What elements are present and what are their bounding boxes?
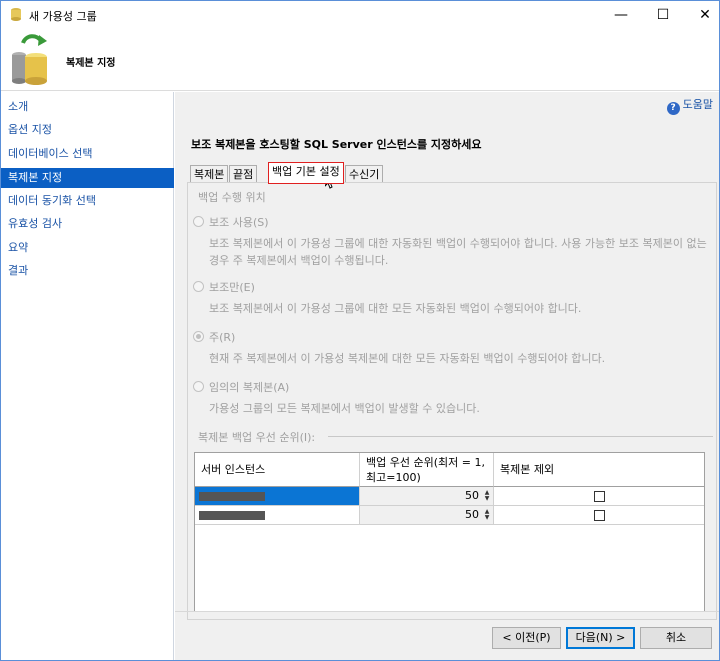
radio-primary[interactable]: 주(R) [193, 330, 235, 346]
backup-priority-grid: 서버 인스턴스 백업 우선 순위(최저 = 1, 최고=100) 복제본 제외 … [194, 452, 705, 612]
footer-divider [175, 611, 719, 612]
radio-button[interactable] [193, 381, 204, 392]
radio-any-replica[interactable]: 임의의 복제본(A) [193, 380, 289, 396]
page-title: 복제본 지정 [66, 58, 116, 69]
exclude-cell [494, 487, 704, 505]
dialog-window: 새 가용성 그룹 — ☐ ✕ 복제본 지정 소개 옵션 지정 데이터베이스 선택… [0, 0, 720, 661]
wizard-header: 복제본 지정 [1, 29, 719, 91]
backup-preferences-panel: 백업 수행 위치 보조 사용(S) 보조 복제본에서 이 가용성 그룹에 대한 … [187, 182, 717, 620]
cancel-button[interactable]: 취소 [640, 627, 712, 649]
minimize-button[interactable]: — [601, 1, 641, 29]
help-label: 도움말 [682, 98, 713, 111]
radio-description: 보조 복제본에서 이 가용성 그룹에 대한 모든 자동화된 백업이 수행되어야 … [209, 302, 582, 315]
exclude-replica-checkbox[interactable] [594, 491, 605, 502]
priority-value: 50 [465, 489, 479, 502]
column-header-priority[interactable]: 백업 우선 순위(최저 = 1, 최고=100) [360, 453, 494, 487]
tab-endpoints[interactable]: 끝점 [229, 165, 258, 183]
redacted-server-name [199, 492, 265, 501]
radio-label: 주(R) [209, 331, 236, 344]
wizard-sidebar: 소개 옵션 지정 데이터베이스 선택 복제본 지정 데이터 동기화 선택 유효성… [1, 92, 174, 660]
help-icon: ? [666, 102, 680, 115]
priority-value: 50 [465, 508, 479, 521]
radio-button-checked[interactable] [193, 331, 204, 342]
radio-label: 임의의 복제본(A) [209, 381, 290, 394]
close-button[interactable]: ✕ [685, 1, 720, 29]
server-instance-cell[interactable] [195, 487, 360, 505]
redacted-server-name [199, 511, 265, 520]
backup-location-title: 백업 수행 위치 [198, 191, 266, 204]
database-sync-icon [12, 34, 47, 85]
tab-backup-preferences[interactable]: 백업 기본 설정 [268, 162, 344, 184]
title-bar: 새 가용성 그룹 — ☐ ✕ [1, 1, 719, 29]
spin-arrows-icon[interactable]: ▲ ▼ [483, 509, 491, 521]
instruction-text: 보조 복제본을 호스팅할 SQL Server 인스턴스를 지정하세요 [191, 138, 482, 151]
server-instance-cell[interactable] [195, 506, 360, 524]
radio-secondary-only[interactable]: 보조만(E) [193, 280, 255, 296]
availability-group-icon [11, 8, 21, 21]
sidebar-item-results[interactable]: 결과 [1, 261, 174, 281]
spin-arrows-icon[interactable]: ▲ ▼ [483, 490, 491, 502]
sidebar-item-replicas[interactable]: 복제본 지정 [1, 168, 174, 188]
priority-stepper[interactable]: 50 ▲ ▼ [360, 487, 494, 505]
table-row[interactable]: 50 ▲ ▼ [195, 506, 704, 525]
window-title: 새 가용성 그룹 [29, 10, 97, 23]
radio-label: 보조 사용(S) [209, 216, 269, 229]
next-button[interactable]: 다음(N) > [566, 627, 635, 649]
previous-button[interactable]: < 이전(P) [492, 627, 561, 649]
exclude-replica-checkbox[interactable] [594, 510, 605, 521]
radio-prefer-secondary[interactable]: 보조 사용(S) [193, 215, 269, 231]
radio-button[interactable] [193, 216, 204, 227]
backup-priority-label: 복제본 백업 우선 순위(I): [198, 429, 320, 445]
sidebar-item-data-sync[interactable]: 데이터 동기화 선택 [1, 191, 174, 211]
radio-description: 보조 복제본에서 이 가용성 그룹에 대한 자동화된 백업이 수행되어야 합니다… [209, 237, 707, 267]
help-link[interactable]: ? 도움말 [666, 97, 713, 115]
tab-replicas[interactable]: 복제본 [190, 165, 229, 183]
radio-label: 보조만(E) [209, 281, 255, 294]
table-row[interactable]: 50 ▲ ▼ [195, 487, 704, 506]
sidebar-item-intro[interactable]: 소개 [1, 97, 174, 117]
column-header-server[interactable]: 서버 인스턴스 [195, 453, 360, 487]
sidebar-item-databases[interactable]: 데이터베이스 선택 [1, 144, 174, 164]
sidebar-item-summary[interactable]: 요약 [1, 238, 174, 258]
column-header-exclude[interactable]: 복제본 제외 [494, 453, 704, 487]
maximize-button[interactable]: ☐ [643, 1, 683, 29]
radio-description: 가용성 그룹의 모든 복제본에서 백업이 발생할 수 있습니다. [209, 402, 480, 415]
tab-listener[interactable]: 수신기 [345, 165, 384, 183]
sidebar-item-options[interactable]: 옵션 지정 [1, 120, 174, 140]
radio-description: 현재 주 복제본에서 이 가용성 복제본에 대한 모든 자동화된 백업이 수행되… [209, 352, 606, 365]
exclude-cell [494, 506, 704, 524]
priority-stepper[interactable]: 50 ▲ ▼ [360, 506, 494, 524]
sidebar-item-validation[interactable]: 유효성 검사 [1, 214, 174, 234]
group-divider [328, 436, 713, 437]
radio-button[interactable] [193, 281, 204, 292]
main-panel: ? 도움말 보조 복제본을 호스팅할 SQL Server 인스턴스를 지정하세요… [175, 92, 719, 660]
